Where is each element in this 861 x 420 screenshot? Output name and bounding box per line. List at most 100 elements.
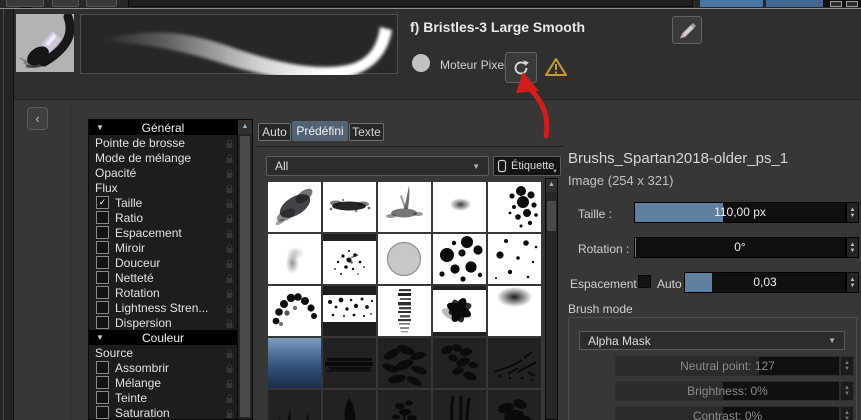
toolbar-mini-button[interactable]	[846, 1, 858, 7]
preset-thumb-dark-plant[interactable]	[378, 390, 431, 420]
option-checkbox[interactable]	[96, 211, 109, 224]
preset-thumb-large-dots[interactable]	[433, 234, 486, 284]
option-row[interactable]: Douceur	[89, 255, 237, 270]
lock-icon	[225, 198, 234, 208]
option-row[interactable]: Teinte	[89, 390, 237, 405]
option-label: Assombrir	[115, 360, 170, 375]
krita-brush-editor-popup: f) Bristles-3 Large Smooth Moteur Pixel …	[0, 0, 861, 420]
preset-thumb-petal-cross[interactable]	[433, 286, 486, 336]
scroll-up-icon[interactable]: ▲	[238, 120, 252, 134]
options-scrollbar[interactable]: ▲	[237, 120, 252, 419]
tab-texte[interactable]: Texte	[349, 123, 384, 141]
spacing-slider[interactable]: 0,03	[684, 272, 846, 293]
tag-button[interactable]: Étiquette ▼	[493, 156, 561, 176]
tab-predefini[interactable]: Prédéfini	[292, 121, 348, 141]
option-checkbox[interactable]	[96, 226, 109, 239]
rotation-slider[interactable]: 0°	[634, 237, 846, 258]
tab-auto[interactable]: Auto	[258, 123, 291, 141]
scroll-up-icon[interactable]: ▲	[546, 179, 557, 192]
toolbar-button[interactable]	[86, 0, 117, 7]
option-checkbox[interactable]: ✓	[96, 196, 109, 209]
preset-thumb-soft-fan[interactable]	[488, 286, 541, 336]
option-label: Mode de mélange	[95, 150, 192, 165]
lock-icon	[225, 363, 234, 373]
option-row[interactable]: Mode de mélange	[89, 150, 237, 165]
option-section-header[interactable]: ▼ Général	[89, 120, 237, 135]
preset-thumb-selected-blue-gradient[interactable]	[268, 338, 321, 388]
toolbar-gradient-swatch[interactable]	[766, 0, 823, 7]
preset-thumb-fine-splatter[interactable]	[323, 234, 376, 284]
preset-thumb-dark-foliage[interactable]	[488, 390, 541, 420]
option-checkbox[interactable]	[96, 271, 109, 284]
toolbar-brush-preset-button[interactable]	[6, 0, 44, 15]
reload-brush-tip-button[interactable]	[505, 52, 537, 83]
option-checkbox[interactable]	[96, 241, 109, 254]
preset-thumb-dark-leaf-cluster[interactable]	[433, 338, 486, 388]
collapse-left-button[interactable]: ‹	[27, 107, 48, 130]
option-row[interactable]: ✓ Taille	[89, 195, 237, 210]
option-row[interactable]: Opacité	[89, 165, 237, 180]
preset-thumb-faded-figure[interactable]	[268, 234, 321, 284]
option-row[interactable]: Netteté	[89, 270, 237, 285]
chevron-down-icon: ▼	[828, 336, 836, 345]
lock-icon	[225, 408, 234, 418]
option-row[interactable]: Miroir	[89, 240, 237, 255]
tab-separator	[257, 146, 563, 147]
brush-filter-dropdown[interactable]: All ▼	[266, 156, 489, 176]
option-row[interactable]: Mélange	[89, 375, 237, 390]
option-checkbox[interactable]	[96, 391, 109, 404]
option-checkbox[interactable]	[96, 406, 109, 419]
preset-thumb-dark-leaf[interactable]	[323, 390, 376, 420]
option-section-header[interactable]: ▼ Couleur	[89, 330, 237, 345]
preset-thumb-dot-cluster[interactable]	[488, 182, 541, 232]
toolbar-gradient-swatch[interactable]	[700, 0, 763, 7]
option-label: Mélange	[115, 375, 162, 390]
preset-thumb-dark-streak[interactable]	[323, 338, 376, 388]
size-slider[interactable]: 110,00 px	[634, 202, 846, 223]
preset-thumb-dark-grass[interactable]	[268, 390, 321, 420]
toolbar-button[interactable]	[52, 0, 79, 7]
lock-icon	[225, 183, 234, 193]
size-spinner[interactable]: ▲ ▼	[846, 202, 859, 223]
option-row[interactable]: Ratio	[89, 210, 237, 225]
preset-thumb-dark-leaves[interactable]	[378, 338, 431, 388]
preset-thumb-gray-circle[interactable]	[378, 234, 431, 284]
option-row[interactable]: Pointe de brosse	[89, 135, 237, 150]
toolbar-mini-button[interactable]	[830, 1, 842, 7]
preset-thumb-dark-twigs[interactable]	[488, 338, 541, 388]
option-label: Pointe de brosse	[95, 135, 186, 150]
option-checkbox[interactable]	[96, 256, 109, 269]
option-row[interactable]: Flux	[89, 180, 237, 195]
option-checkbox[interactable]	[96, 376, 109, 389]
preset-thumb-sparse-dots[interactable]	[488, 234, 541, 284]
option-checkbox[interactable]	[96, 301, 109, 314]
spacing-auto-checkbox[interactable]	[638, 275, 651, 288]
scrollbar-thumb[interactable]	[547, 201, 556, 231]
spacing-spinner[interactable]: ▲ ▼	[846, 272, 859, 293]
option-checkbox[interactable]	[96, 286, 109, 299]
option-checkbox[interactable]	[96, 316, 109, 329]
option-row[interactable]: Lightness Stren...	[89, 300, 237, 315]
option-row[interactable]: Saturation	[89, 405, 237, 420]
option-checkbox[interactable]	[96, 361, 109, 374]
rotation-spinner[interactable]: ▲ ▼	[846, 237, 859, 258]
option-row[interactable]: Source	[89, 345, 237, 360]
brush-mode-dropdown[interactable]: Alpha Mask ▼	[579, 331, 845, 350]
scrollbar-thumb[interactable]	[240, 136, 250, 417]
preset-thumb-soft-cloud[interactable]	[433, 182, 486, 232]
option-row[interactable]: Dispersion	[89, 315, 237, 330]
toolbar-field[interactable]	[128, 0, 693, 7]
preset-thumb-dot-arch[interactable]	[268, 286, 321, 336]
collapse-triangle-icon: ▼	[96, 123, 104, 132]
edit-preset-button[interactable]	[672, 16, 702, 44]
preset-thumb-ink-splash[interactable]	[378, 182, 431, 232]
preset-thumb-dry-brush-stripe[interactable]	[378, 286, 431, 336]
preset-thumb-dark-fronds[interactable]	[433, 390, 486, 420]
preset-thumb-spray-band[interactable]	[323, 286, 376, 336]
preset-thumb-grunge-smudge[interactable]	[268, 182, 321, 232]
option-row[interactable]: Assombrir	[89, 360, 237, 375]
option-row[interactable]: Espacement	[89, 225, 237, 240]
option-row[interactable]: Rotation	[89, 285, 237, 300]
grid-scrollbar[interactable]: ▲	[545, 178, 558, 420]
preset-thumb-splatter-band[interactable]	[323, 182, 376, 232]
